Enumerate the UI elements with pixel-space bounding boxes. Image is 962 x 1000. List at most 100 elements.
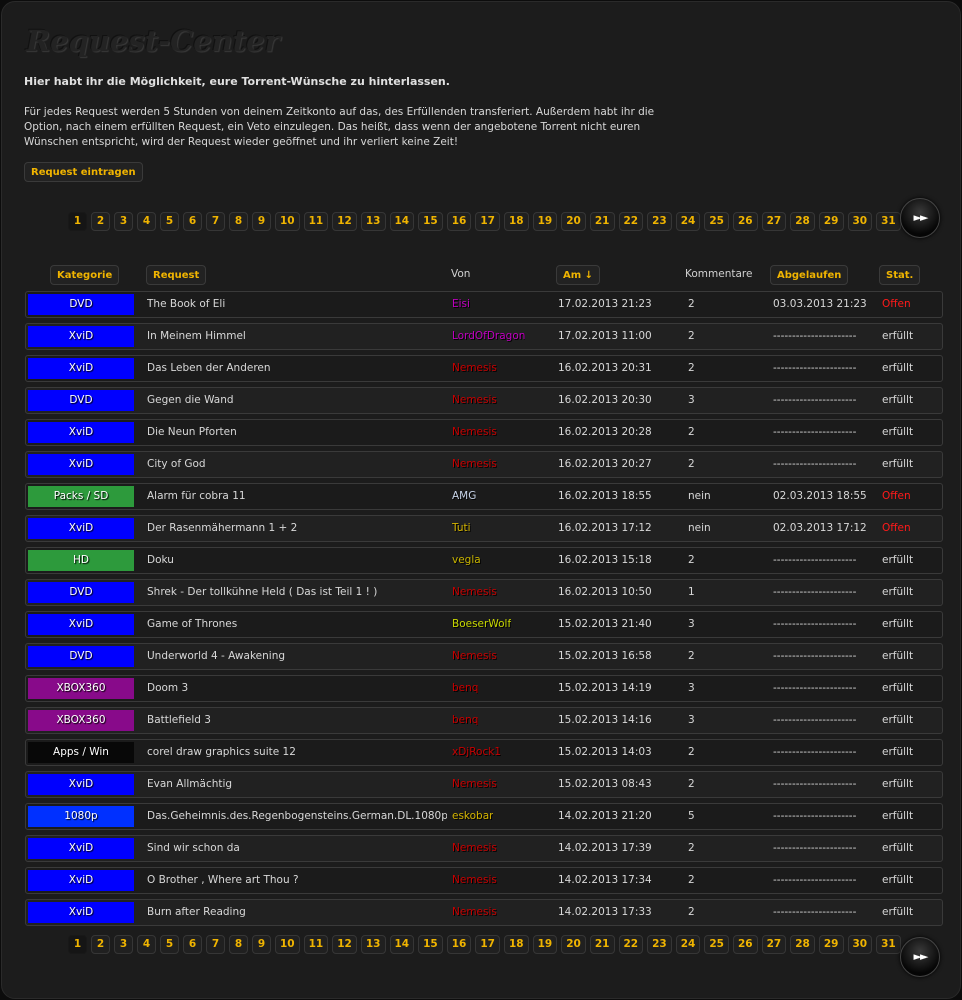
request-link[interactable]: Alarm für cobra 11 bbox=[147, 484, 447, 509]
sort-kategorie-button[interactable]: Kategorie bbox=[50, 265, 120, 285]
request-link[interactable]: In Meinem Himmel bbox=[147, 324, 447, 349]
sort-am-button[interactable]: Am ↓ bbox=[556, 265, 601, 285]
page-25-button[interactable]: 25 bbox=[704, 935, 729, 954]
page-2-button[interactable]: 2 bbox=[91, 935, 110, 954]
page-28-button[interactable]: 28 bbox=[790, 212, 815, 231]
request-link[interactable]: City of God bbox=[147, 452, 447, 477]
page-16-button[interactable]: 16 bbox=[446, 935, 472, 954]
request-link[interactable]: Das.Geheimnis.des.Regenbogensteins.Germa… bbox=[147, 804, 447, 829]
page-10-button[interactable]: 10 bbox=[275, 935, 300, 954]
page-13-button[interactable]: 13 bbox=[360, 212, 386, 231]
page-3-button[interactable]: 3 bbox=[114, 935, 133, 954]
user-link[interactable]: Nemesis bbox=[452, 868, 497, 893]
request-link[interactable]: Evan Allmächtig bbox=[147, 772, 447, 797]
user-link[interactable]: AMG bbox=[452, 484, 476, 509]
request-link[interactable]: Gegen die Wand bbox=[147, 388, 447, 413]
user-link[interactable]: Nemesis bbox=[452, 356, 497, 381]
request-link[interactable]: Battlefield 3 bbox=[147, 708, 447, 733]
page-3-button[interactable]: 3 bbox=[114, 212, 133, 231]
page-25-button[interactable]: 25 bbox=[704, 212, 729, 231]
user-link[interactable]: benq bbox=[452, 708, 478, 733]
page-28-button[interactable]: 28 bbox=[790, 935, 815, 954]
page-17-button[interactable]: 17 bbox=[475, 935, 500, 954]
page-1-button[interactable]: 1 bbox=[68, 212, 87, 231]
page-18-button[interactable]: 18 bbox=[504, 935, 529, 954]
user-link[interactable]: vegla bbox=[452, 548, 481, 573]
user-link[interactable]: Nemesis bbox=[452, 836, 497, 861]
page-8-button[interactable]: 8 bbox=[229, 212, 248, 231]
page-19-button[interactable]: 19 bbox=[532, 212, 558, 231]
page-31-button[interactable]: 31 bbox=[876, 212, 901, 231]
page-29-button[interactable]: 29 bbox=[818, 212, 844, 231]
page-12-button[interactable]: 12 bbox=[332, 212, 357, 231]
page-6-button[interactable]: 6 bbox=[183, 212, 202, 231]
page-5-button[interactable]: 5 bbox=[160, 212, 179, 231]
request-link[interactable]: Burn after Reading bbox=[147, 900, 447, 925]
page-19-button[interactable]: 19 bbox=[532, 935, 558, 954]
page-12-button[interactable]: 12 bbox=[332, 935, 357, 954]
add-request-button[interactable]: Request eintragen bbox=[24, 162, 143, 182]
page-23-button[interactable]: 23 bbox=[647, 212, 672, 231]
user-link[interactable]: Nemesis bbox=[452, 420, 497, 445]
page-1-button[interactable]: 1 bbox=[68, 935, 87, 954]
page-9-button[interactable]: 9 bbox=[252, 212, 271, 231]
page-30-button[interactable]: 30 bbox=[847, 212, 873, 231]
request-link[interactable]: corel draw graphics suite 12 bbox=[147, 740, 447, 765]
user-link[interactable]: Nemesis bbox=[452, 452, 497, 477]
request-link[interactable]: Der Rasenmähermann 1 + 2 bbox=[147, 516, 447, 541]
request-link[interactable]: Game of Thrones bbox=[147, 612, 447, 637]
page-27-button[interactable]: 27 bbox=[761, 935, 787, 954]
page-11-button[interactable]: 11 bbox=[303, 935, 329, 954]
page-27-button[interactable]: 27 bbox=[761, 212, 787, 231]
page-30-button[interactable]: 30 bbox=[847, 935, 873, 954]
request-link[interactable]: O Brother , Where art Thou ? bbox=[147, 868, 447, 893]
page-26-button[interactable]: 26 bbox=[733, 212, 758, 231]
user-link[interactable]: Nemesis bbox=[452, 388, 497, 413]
page-24-button[interactable]: 24 bbox=[675, 212, 701, 231]
request-link[interactable]: Doku bbox=[147, 548, 447, 573]
user-link[interactable]: Nemesis bbox=[452, 644, 497, 669]
page-21-button[interactable]: 21 bbox=[589, 935, 615, 954]
page-11-button[interactable]: 11 bbox=[303, 212, 329, 231]
page-17-button[interactable]: 17 bbox=[475, 212, 500, 231]
page-24-button[interactable]: 24 bbox=[675, 935, 701, 954]
page-20-button[interactable]: 20 bbox=[561, 935, 586, 954]
request-link[interactable]: Doom 3 bbox=[147, 676, 447, 701]
request-link[interactable]: Die Neun Pforten bbox=[147, 420, 447, 445]
page-31-button[interactable]: 31 bbox=[876, 935, 901, 954]
page-5-button[interactable]: 5 bbox=[160, 935, 179, 954]
user-link[interactable]: Nemesis bbox=[452, 772, 497, 797]
page-20-button[interactable]: 20 bbox=[561, 212, 586, 231]
user-link[interactable]: benq bbox=[452, 676, 478, 701]
fast-forward-icon[interactable]: ►► bbox=[900, 937, 940, 977]
request-link[interactable]: Underworld 4 - Awakening bbox=[147, 644, 447, 669]
user-link[interactable]: Nemesis bbox=[452, 900, 497, 925]
user-link[interactable]: eskobar bbox=[452, 804, 493, 829]
page-18-button[interactable]: 18 bbox=[504, 212, 529, 231]
page-15-button[interactable]: 15 bbox=[418, 212, 443, 231]
sort-abgelaufen-button[interactable]: Abgelaufen bbox=[770, 265, 849, 285]
page-15-button[interactable]: 15 bbox=[418, 935, 443, 954]
page-22-button[interactable]: 22 bbox=[618, 212, 644, 231]
page-14-button[interactable]: 14 bbox=[389, 935, 415, 954]
user-link[interactable]: Eisi bbox=[452, 292, 470, 317]
user-link[interactable]: LordOfDragon bbox=[452, 324, 525, 349]
sort-stat-button[interactable]: Stat. bbox=[879, 265, 921, 285]
page-16-button[interactable]: 16 bbox=[446, 212, 472, 231]
page-7-button[interactable]: 7 bbox=[206, 212, 225, 231]
page-2-button[interactable]: 2 bbox=[91, 212, 110, 231]
page-21-button[interactable]: 21 bbox=[589, 212, 615, 231]
page-4-button[interactable]: 4 bbox=[137, 212, 156, 231]
user-link[interactable]: Tuti bbox=[452, 516, 471, 541]
page-8-button[interactable]: 8 bbox=[229, 935, 248, 954]
request-link[interactable]: The Book of Eli bbox=[147, 292, 447, 317]
request-link[interactable]: Shrek - Der tollkühne Held ( Das ist Tei… bbox=[147, 580, 447, 605]
page-22-button[interactable]: 22 bbox=[618, 935, 644, 954]
page-6-button[interactable]: 6 bbox=[183, 935, 202, 954]
page-26-button[interactable]: 26 bbox=[733, 935, 758, 954]
page-13-button[interactable]: 13 bbox=[360, 935, 386, 954]
page-7-button[interactable]: 7 bbox=[206, 935, 225, 954]
page-9-button[interactable]: 9 bbox=[252, 935, 271, 954]
sort-request-button[interactable]: Request bbox=[146, 265, 207, 285]
page-14-button[interactable]: 14 bbox=[389, 212, 415, 231]
